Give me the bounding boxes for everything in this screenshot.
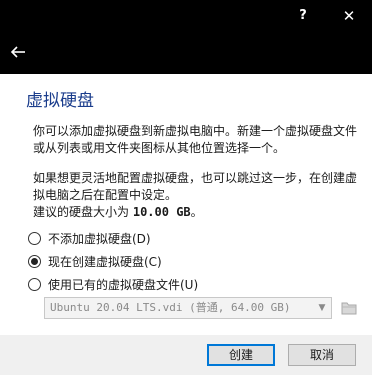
radio-existing-disk[interactable] bbox=[28, 278, 41, 291]
wizard-page: 虚拟硬盘 你可以添加虚拟硬盘到新虚拟电脑中。新建一个虚拟硬盘文件或从列表或用文件… bbox=[0, 74, 372, 335]
existing-disk-selected: Ubuntu 20.04 LTS.vdi (普通, 64.00 GB) bbox=[50, 301, 291, 314]
browse-disk-button[interactable] bbox=[339, 297, 359, 319]
recommended-size-value: 10.00 GB bbox=[132, 205, 191, 219]
chevron-down-icon: ▼ bbox=[318, 303, 326, 313]
recommended-size-prefix: 建议的硬盘大小为 bbox=[33, 205, 130, 219]
option-create-disk-label[interactable]: 现在创建虚拟硬盘(C) bbox=[48, 253, 162, 271]
nav-bar bbox=[0, 32, 372, 74]
recommended-size-text: 建议的硬盘大小为 10.00 GB。 bbox=[33, 204, 363, 221]
description-text: 你可以添加虚拟硬盘到新虚拟电脑中。新建一个虚拟硬盘文件或从列表或用文件夹图标从其… bbox=[33, 124, 358, 155]
close-button[interactable]: ✕ bbox=[326, 0, 372, 32]
radio-no-disk[interactable] bbox=[28, 232, 41, 245]
option-no-disk-label[interactable]: 不添加虚拟硬盘(D) bbox=[48, 230, 151, 248]
create-button[interactable]: 创建 bbox=[207, 344, 275, 366]
title-bar: ? ✕ bbox=[0, 0, 372, 32]
back-button[interactable] bbox=[4, 38, 32, 66]
help-button[interactable]: ? bbox=[280, 0, 326, 32]
dialog-footer: 创建 取消 bbox=[0, 335, 372, 375]
existing-disk-select[interactable]: Ubuntu 20.04 LTS.vdi (普通, 64.00 GB) ▼ bbox=[44, 297, 332, 319]
option-existing-disk-label[interactable]: 使用已有的虚拟硬盘文件(U) bbox=[48, 276, 198, 294]
cancel-button[interactable]: 取消 bbox=[288, 344, 356, 366]
page-title: 虚拟硬盘 bbox=[26, 91, 94, 111]
radio-create-disk[interactable] bbox=[28, 255, 41, 268]
folder-icon bbox=[341, 302, 357, 315]
arrow-left-icon bbox=[10, 46, 25, 58]
recommended-size-suffix: 。 bbox=[190, 205, 203, 219]
skip-hint-text: 如果想更灵活地配置虚拟硬盘，也可以跳过这一步，在创建虚拟电脑之后在配置中设定。 bbox=[33, 171, 358, 202]
